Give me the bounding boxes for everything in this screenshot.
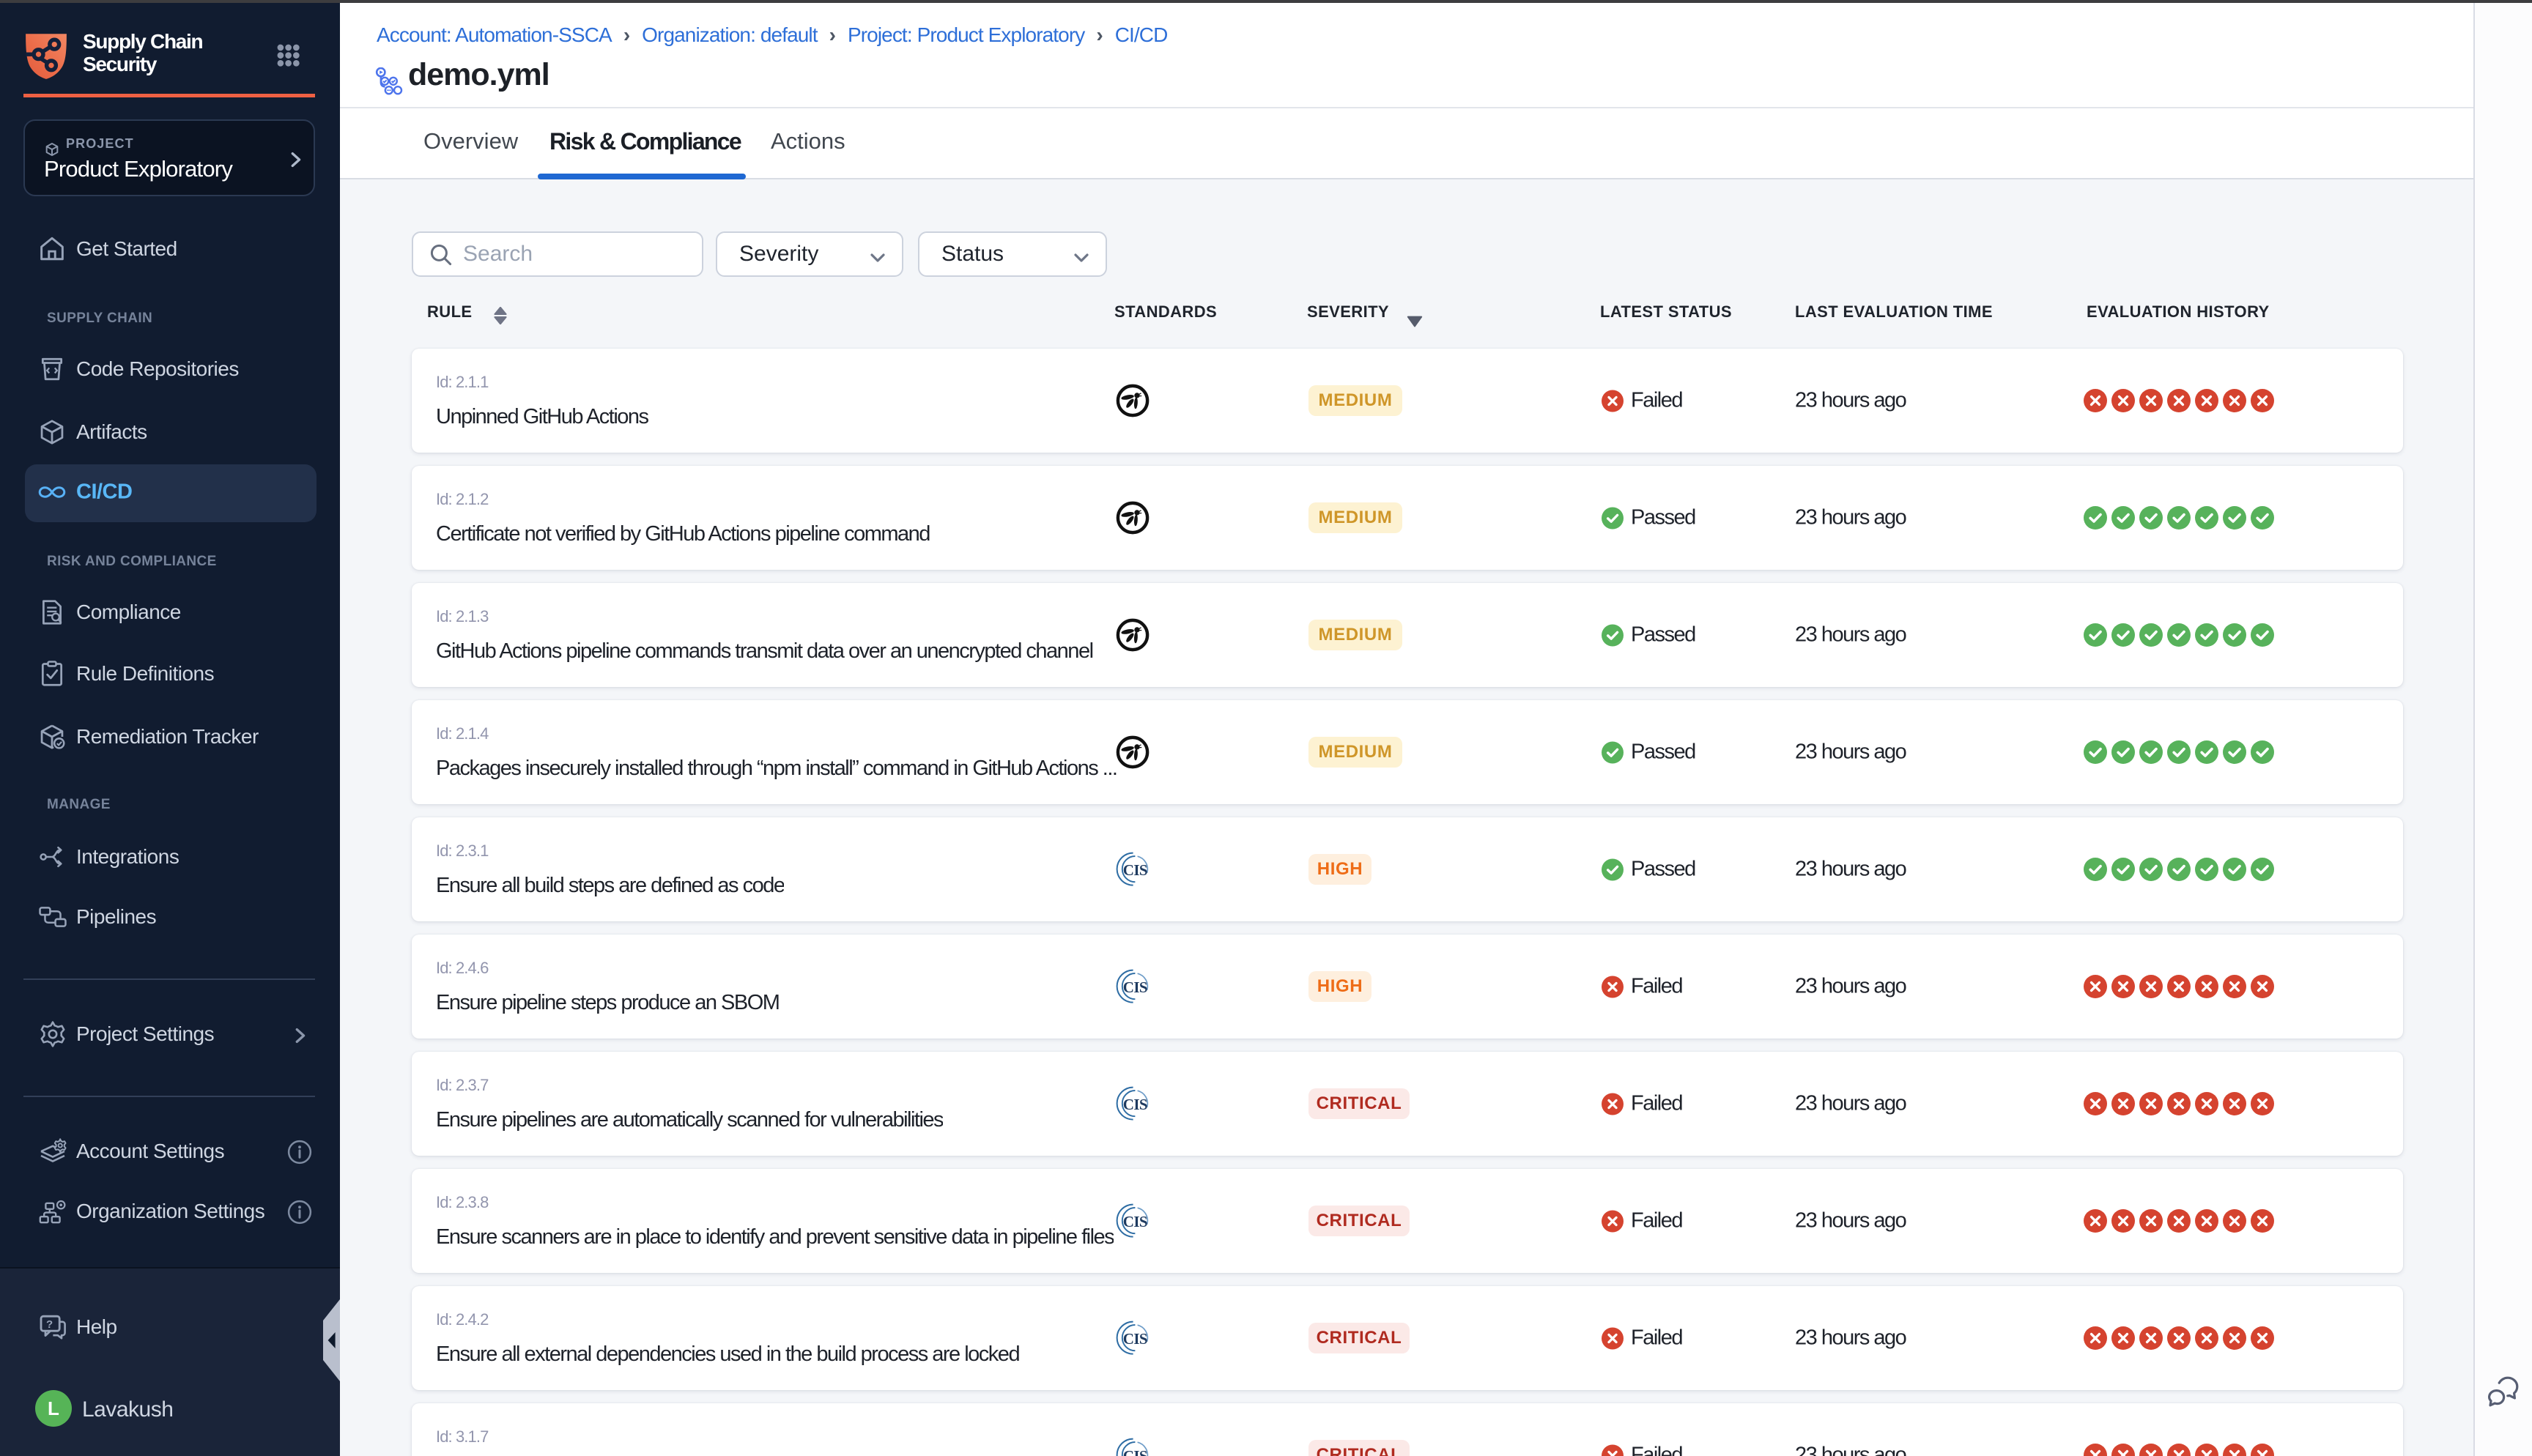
svg-text:CIS: CIS [1123, 1096, 1147, 1113]
svg-text:CIS: CIS [1123, 861, 1147, 879]
svg-text:CIS: CIS [1123, 1330, 1147, 1348]
svg-text:CIS: CIS [1123, 1213, 1147, 1230]
svg-text:CIS: CIS [1123, 1447, 1147, 1456]
svg-text:CIS: CIS [1123, 978, 1147, 996]
svg-text:?: ? [46, 1318, 53, 1331]
